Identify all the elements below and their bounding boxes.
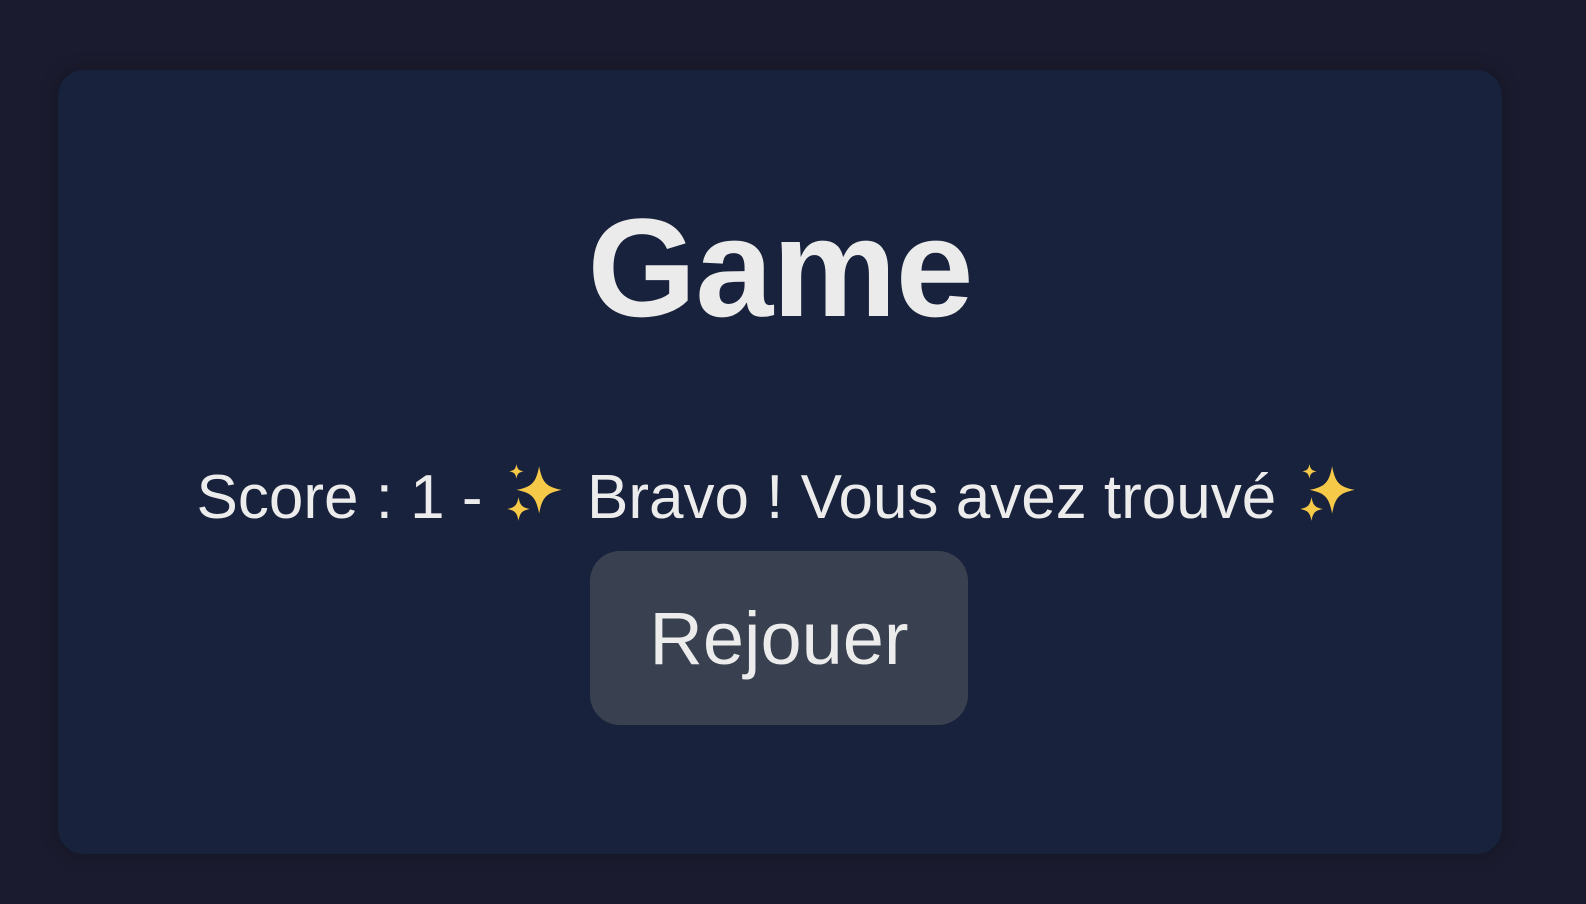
game-card: Game Score : 1 - Bravo ! Vous avez trouv…: [58, 70, 1502, 854]
sparkles-icon: [1300, 464, 1356, 521]
success-text: Bravo ! Vous avez trouvé: [569, 463, 1294, 532]
sparkles-icon: [506, 464, 562, 521]
game-title: Game: [587, 189, 973, 346]
score-text: Score : 1 -: [196, 463, 500, 532]
score-message: Score : 1 - Bravo ! Vous avez trouvé: [58, 460, 1502, 536]
replay-button[interactable]: Rejouer: [590, 551, 968, 725]
